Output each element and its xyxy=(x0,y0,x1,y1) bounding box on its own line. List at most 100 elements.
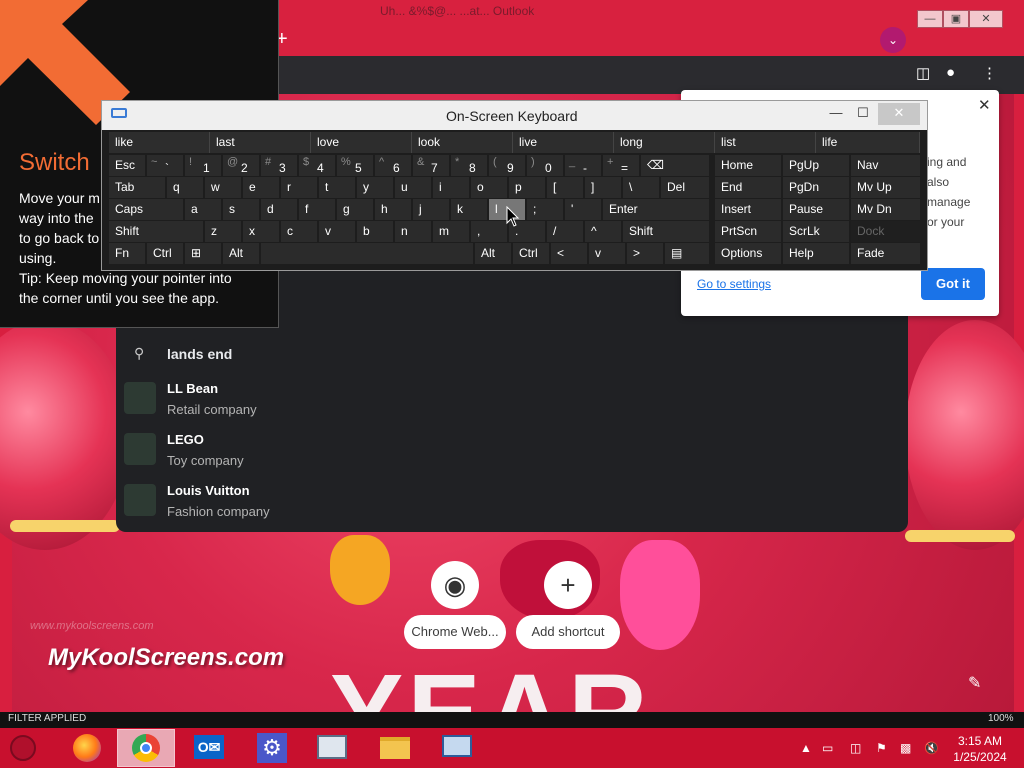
file-explorer-icon[interactable] xyxy=(366,729,424,767)
add-shortcut-button[interactable]: Add shortcut xyxy=(516,615,620,649)
backspace-icon[interactable]: ⌫ xyxy=(641,155,709,176)
key-f[interactable]: f xyxy=(299,199,335,220)
key-j[interactable]: j xyxy=(413,199,449,220)
key-shift-left[interactable]: Shift xyxy=(109,221,203,242)
chrome-web-store-icon[interactable]: ◉ xyxy=(431,561,479,609)
prediction-key[interactable]: list xyxy=(715,132,816,153)
key-u[interactable]: u xyxy=(395,177,431,198)
tray-overflow-icon[interactable]: ▲ xyxy=(800,741,812,755)
prediction-key[interactable]: live xyxy=(513,132,614,153)
key-backtick[interactable]: ~ ` xyxy=(147,155,183,176)
key-semicolon[interactable]: ; xyxy=(527,199,563,220)
chrome-icon[interactable] xyxy=(117,729,175,767)
key-up-arrow[interactable]: ^ xyxy=(585,221,621,242)
key-m[interactable]: m xyxy=(433,221,469,242)
close-button[interactable]: ✕ xyxy=(969,10,1003,28)
key-alt-left[interactable]: Alt xyxy=(223,243,259,264)
maximize-button[interactable]: ▣ xyxy=(943,10,969,28)
key-dock[interactable]: Dock xyxy=(851,221,920,242)
key-2[interactable]: @2 xyxy=(223,155,259,176)
key-minus[interactable]: _ - xyxy=(565,155,601,176)
chevron-down-icon[interactable]: ⌄ xyxy=(880,27,906,53)
key-caps[interactable]: Caps xyxy=(109,199,183,220)
osk-maximize-button[interactable]: ☐ xyxy=(854,103,872,125)
key-home[interactable]: Home xyxy=(715,155,781,176)
prediction-key[interactable]: long xyxy=(614,132,715,153)
key-open-bracket[interactable]: [ xyxy=(547,177,583,198)
menu-key-icon[interactable]: ▤ xyxy=(665,243,709,264)
close-icon[interactable]: ✕ xyxy=(978,96,991,114)
key-left-arrow[interactable]: < xyxy=(551,243,587,264)
key-tab[interactable]: Tab xyxy=(109,177,165,198)
firefox-icon[interactable] xyxy=(58,729,116,767)
key-z[interactable]: z xyxy=(205,221,241,242)
key-nav[interactable]: Nav xyxy=(851,155,920,176)
key-quote[interactable]: ' xyxy=(565,199,601,220)
key-scrlk[interactable]: ScrLk xyxy=(783,221,849,242)
key-close-bracket[interactable]: ] xyxy=(585,177,621,198)
key-help[interactable]: Help xyxy=(783,243,849,264)
key-pgup[interactable]: PgUp xyxy=(783,155,849,176)
key-pgdn[interactable]: PgDn xyxy=(783,177,849,198)
key-3[interactable]: #3 xyxy=(261,155,297,176)
outlook-icon[interactable]: O✉ xyxy=(180,729,238,767)
key-e[interactable]: e xyxy=(243,177,279,198)
key-enter[interactable]: Enter xyxy=(603,199,709,220)
key-5[interactable]: % 5 xyxy=(337,155,373,176)
prediction-key[interactable]: like xyxy=(109,132,210,153)
key-p[interactable]: p xyxy=(509,177,545,198)
key-o[interactable]: o xyxy=(471,177,507,198)
key-y[interactable]: y xyxy=(357,177,393,198)
suggestion-name[interactable]: Louis Vuitton xyxy=(167,483,250,498)
go-to-settings-link[interactable]: Go to settings xyxy=(697,277,771,291)
prediction-key[interactable]: love xyxy=(311,132,412,153)
suggestion-name[interactable]: LL Bean xyxy=(167,381,218,396)
windows-key-icon[interactable]: ⊞ xyxy=(185,243,221,264)
remote-desktop-icon[interactable] xyxy=(428,729,486,767)
key-pause[interactable]: Pause xyxy=(783,199,849,220)
key-b[interactable]: b xyxy=(357,221,393,242)
shortcut-chrome-web-store[interactable]: Chrome Web... xyxy=(404,615,506,649)
key-r[interactable]: r xyxy=(281,177,317,198)
tray-volume-muted-icon[interactable]: 🔇 xyxy=(924,741,939,755)
key-1[interactable]: ! 1 xyxy=(185,155,221,176)
osk-close-button[interactable]: ✕ xyxy=(878,103,920,125)
prediction-key[interactable]: last xyxy=(210,132,311,153)
suggestion-query[interactable]: lands end xyxy=(167,346,232,362)
key-c[interactable]: c xyxy=(281,221,317,242)
key-fn[interactable]: Fn xyxy=(109,243,145,264)
key-h[interactable]: h xyxy=(375,199,411,220)
key-down-arrow[interactable]: v xyxy=(589,243,625,264)
key-backslash[interactable]: \ xyxy=(623,177,659,198)
key-7[interactable]: & 7 xyxy=(413,155,449,176)
menu-icon[interactable]: ⋮ xyxy=(982,64,997,82)
performance-monitor-icon[interactable] xyxy=(303,729,361,767)
key-options[interactable]: Options xyxy=(715,243,781,264)
key-i[interactable]: i xyxy=(433,177,469,198)
key-9[interactable]: (9 xyxy=(489,155,525,176)
key-t[interactable]: t xyxy=(319,177,355,198)
key-mv-dn[interactable]: Mv Dn xyxy=(851,199,920,220)
key-n[interactable]: n xyxy=(395,221,431,242)
key-ctrl-right[interactable]: Ctrl xyxy=(513,243,549,264)
customize-pencil-icon[interactable]: ✎ xyxy=(968,673,981,693)
key-slash[interactable]: / xyxy=(547,221,583,242)
key-right-arrow[interactable]: > xyxy=(627,243,663,264)
key-comma[interactable]: , xyxy=(471,221,507,242)
key-8[interactable]: * 8 xyxy=(451,155,487,176)
osk-minimize-button[interactable]: — xyxy=(828,103,844,125)
add-shortcut-icon[interactable]: + xyxy=(544,561,592,609)
prediction-key[interactable]: life xyxy=(816,132,920,153)
tray-ethernet-icon[interactable]: ▩ xyxy=(900,741,911,755)
sidepanel-icon[interactable]: ◫ xyxy=(916,64,930,82)
tray-flag-icon[interactable]: ⚑ xyxy=(876,741,887,755)
key-4[interactable]: $4 xyxy=(299,155,335,176)
tray-device-icon[interactable]: ▭ xyxy=(822,741,833,755)
key-x[interactable]: x xyxy=(243,221,279,242)
key-alt-right[interactable]: Alt xyxy=(475,243,511,264)
key-g[interactable]: g xyxy=(337,199,373,220)
key-v[interactable]: v xyxy=(319,221,355,242)
key-mv-up[interactable]: Mv Up xyxy=(851,177,920,198)
key-fade[interactable]: Fade xyxy=(851,243,920,264)
key-ctrl-left[interactable]: Ctrl xyxy=(147,243,183,264)
